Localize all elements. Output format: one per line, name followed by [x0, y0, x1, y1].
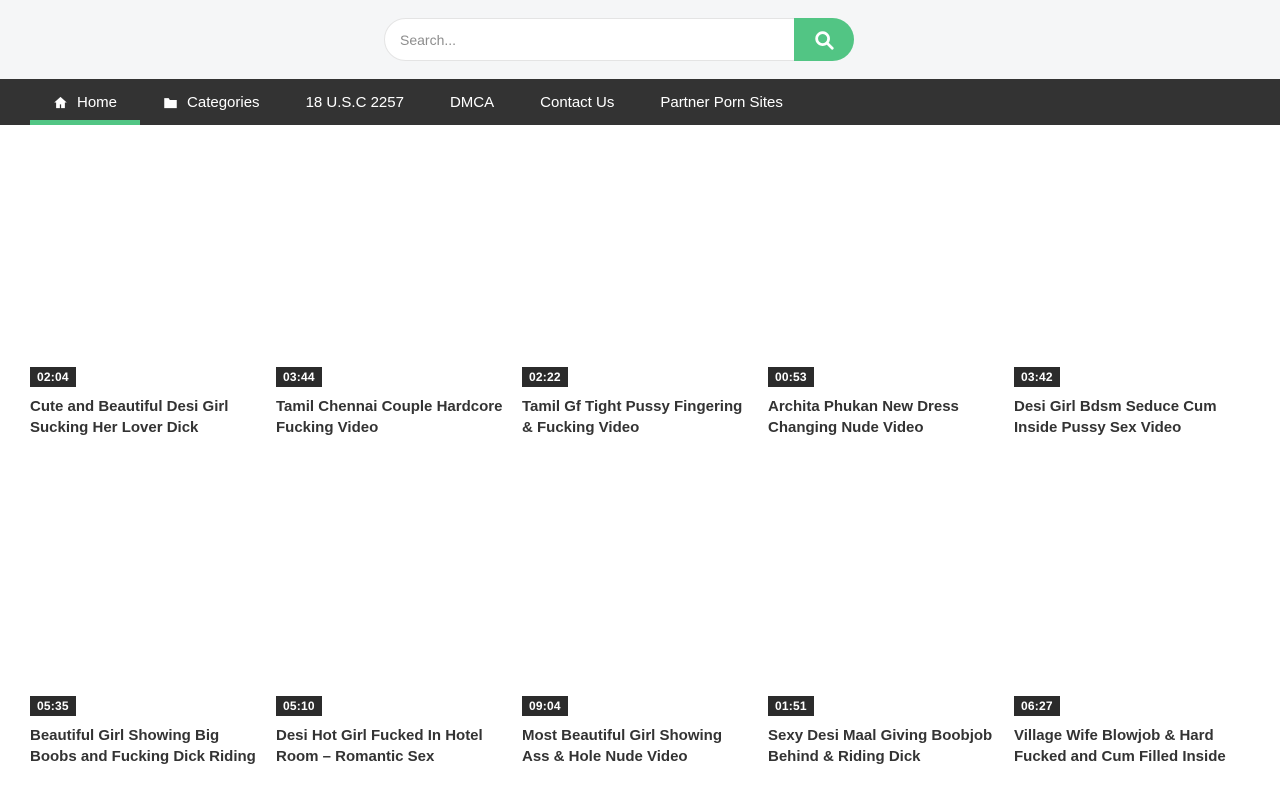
main-nav: Home Categories 18 U.S.C 2257	[0, 79, 1280, 125]
video-card: 03:42 Desi Girl Bdsm Seduce Cum Inside P…	[1014, 145, 1244, 438]
video-thumbnail[interactable]: 03:42	[1014, 145, 1244, 390]
nav-item-label: DMCA	[450, 94, 494, 111]
nav-item-label: Home	[77, 94, 117, 111]
video-thumbnail[interactable]: 06:27	[1014, 474, 1244, 719]
video-thumbnail[interactable]: 03:44	[276, 145, 506, 390]
video-title-link[interactable]: Sexy Desi Maal Giving Boobjob Behind & R…	[768, 725, 998, 767]
video-card: 05:10 Desi Hot Girl Fucked In Hotel Room…	[276, 474, 506, 767]
nav-item-label: Categories	[187, 94, 260, 111]
duration-badge: 01:51	[768, 696, 814, 716]
video-grid: 02:04 Cute and Beautiful Desi Girl Sucki…	[0, 125, 1280, 803]
nav-item-label: Partner Porn Sites	[660, 94, 783, 111]
video-thumbnail[interactable]: 05:35	[30, 474, 260, 719]
duration-badge: 06:27	[1014, 696, 1060, 716]
video-card: 05:35 Beautiful Girl Showing Big Boobs a…	[30, 474, 260, 767]
nav-item-dmca[interactable]: DMCA	[427, 79, 517, 125]
nav-item-label: Contact Us	[540, 94, 614, 111]
video-title-link[interactable]: Tamil Gf Tight Pussy Fingering & Fucking…	[522, 396, 752, 438]
nav-item-18-u-s-c-2257[interactable]: 18 U.S.C 2257	[283, 79, 427, 125]
top-search-section	[0, 0, 1280, 79]
nav-item-partner-porn-sites[interactable]: Partner Porn Sites	[637, 79, 806, 125]
video-card: 03:44 Tamil Chennai Couple Hardcore Fuck…	[276, 145, 506, 438]
video-title-link[interactable]: Desi Hot Girl Fucked In Hotel Room – Rom…	[276, 725, 506, 767]
duration-badge: 02:04	[30, 367, 76, 387]
nav-item-contact-us[interactable]: Contact Us	[517, 79, 637, 125]
video-thumbnail[interactable]: 00:53	[768, 145, 998, 390]
video-title-link[interactable]: Most Beautiful Girl Showing Ass & Hole N…	[522, 725, 752, 767]
nav-item-home[interactable]: Home	[30, 79, 140, 125]
nav-item-categories[interactable]: Categories	[140, 79, 283, 125]
search-input[interactable]	[384, 18, 814, 61]
home-icon	[53, 95, 68, 110]
video-title-link[interactable]: Archita Phukan New Dress Changing Nude V…	[768, 396, 998, 438]
video-card: 09:04 Most Beautiful Girl Showing Ass & …	[522, 474, 752, 767]
duration-badge: 09:04	[522, 696, 568, 716]
duration-badge: 03:44	[276, 367, 322, 387]
search-form	[384, 18, 854, 61]
video-thumbnail[interactable]: 05:10	[276, 474, 506, 719]
duration-badge: 05:35	[30, 696, 76, 716]
video-card: 02:04 Cute and Beautiful Desi Girl Sucki…	[30, 145, 260, 438]
video-title-link[interactable]: Beautiful Girl Showing Big Boobs and Fuc…	[30, 725, 260, 767]
duration-badge: 00:53	[768, 367, 814, 387]
video-title-link[interactable]: Tamil Chennai Couple Hardcore Fucking Vi…	[276, 396, 506, 438]
duration-badge: 05:10	[276, 696, 322, 716]
video-title-link[interactable]: Desi Girl Bdsm Seduce Cum Inside Pussy S…	[1014, 396, 1244, 438]
duration-badge: 02:22	[522, 367, 568, 387]
duration-badge: 03:42	[1014, 367, 1060, 387]
video-title-link[interactable]: Village Wife Blowjob & Hard Fucked and C…	[1014, 725, 1244, 767]
video-title-link[interactable]: Cute and Beautiful Desi Girl Sucking Her…	[30, 396, 260, 438]
nav-item-label: 18 U.S.C 2257	[306, 94, 404, 111]
search-button[interactable]	[794, 18, 854, 61]
video-thumbnail[interactable]: 02:04	[30, 145, 260, 390]
video-card: 00:53 Archita Phukan New Dress Changing …	[768, 145, 998, 438]
video-thumbnail[interactable]: 09:04	[522, 474, 752, 719]
video-card: 01:51 Sexy Desi Maal Giving Boobjob Behi…	[768, 474, 998, 767]
video-thumbnail[interactable]: 01:51	[768, 474, 998, 719]
video-card: 06:27 Village Wife Blowjob & Hard Fucked…	[1014, 474, 1244, 767]
search-icon	[813, 29, 835, 51]
video-thumbnail[interactable]: 02:22	[522, 145, 752, 390]
folder-icon	[163, 95, 178, 110]
video-card: 02:22 Tamil Gf Tight Pussy Fingering & F…	[522, 145, 752, 438]
